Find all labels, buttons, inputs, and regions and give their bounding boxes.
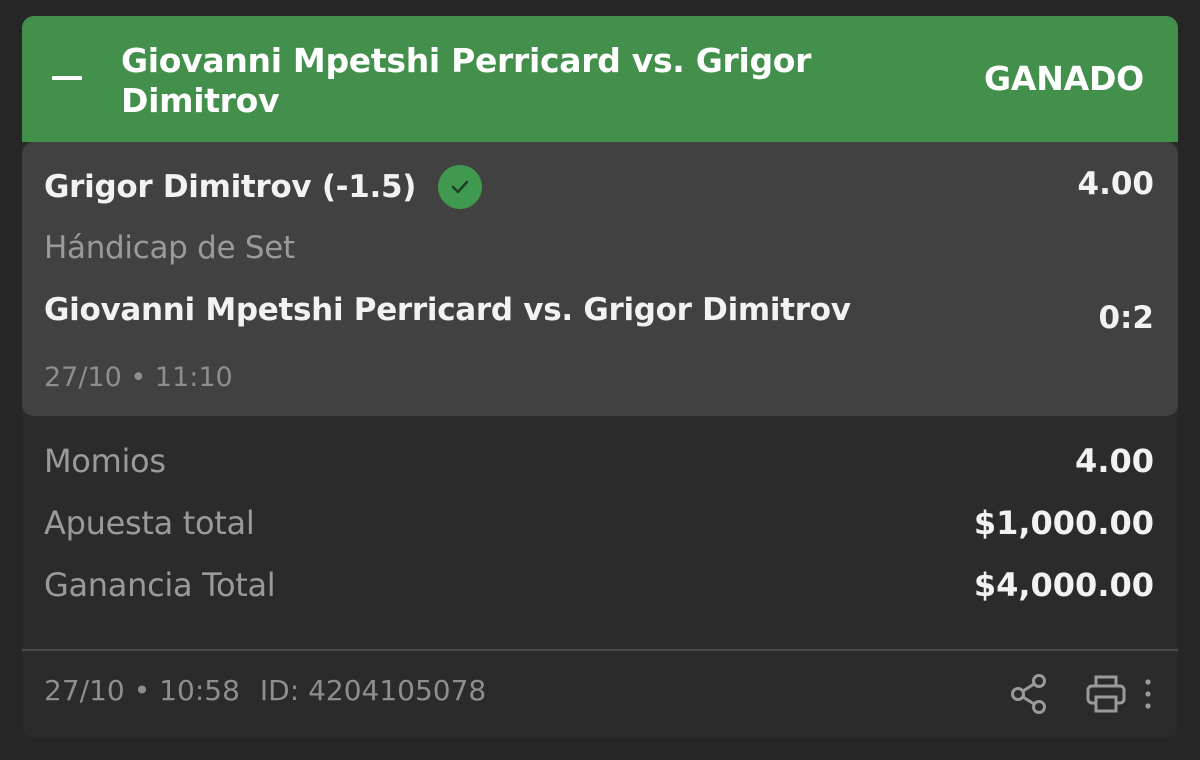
- bet-id: 4204105078: [308, 674, 487, 707]
- selection-panel: Grigor Dimitrov (-1.5) 4.00 Hándicap de …: [22, 142, 1178, 416]
- bet-meta: 27/10 • 10:58 ID: 4204105078: [44, 674, 487, 707]
- stake-value: $1,000.00: [973, 504, 1154, 542]
- placed-time: 10:58: [159, 674, 240, 707]
- footer-divider: [22, 649, 1178, 651]
- summary-row-odds: Momios 4.00: [44, 442, 1154, 486]
- more-vertical-icon[interactable]: [1136, 676, 1160, 712]
- summary-row-payout: Ganancia Total $4,000.00: [44, 566, 1154, 610]
- selection-name-row: Grigor Dimitrov (-1.5): [44, 164, 483, 210]
- odds-value: 4.00: [1075, 442, 1154, 480]
- event-time: 11:10: [154, 362, 233, 393]
- selection-odds: 4.00: [1077, 166, 1155, 202]
- bet-title: Giovanni Mpetshi Perricard vs. Grigor Di…: [121, 41, 812, 120]
- event-datetime: 27/10 • 11:10: [44, 362, 233, 393]
- payout-label: Ganancia Total: [44, 566, 276, 604]
- bet-id-label: ID:: [259, 674, 300, 707]
- market-name: Hándicap de Set: [44, 230, 295, 266]
- payout-value: $4,000.00: [973, 566, 1154, 604]
- collapse-icon[interactable]: [52, 76, 82, 80]
- bet-status-badge: GANADO: [983, 59, 1144, 98]
- check-circle-icon: [438, 165, 483, 209]
- selection-name: Grigor Dimitrov (-1.5): [44, 169, 417, 205]
- event-name: Giovanni Mpetshi Perricard vs. Grigor Di…: [44, 292, 851, 328]
- bet-card: Giovanni Mpetshi Perricard vs. Grigor Di…: [22, 16, 1178, 738]
- stake-label: Apuesta total: [44, 504, 255, 542]
- print-icon[interactable]: [1084, 673, 1128, 715]
- share-icon[interactable]: [1008, 673, 1050, 715]
- summary-row-stake: Apuesta total $1,000.00: [44, 504, 1154, 548]
- placed-date: 27/10: [44, 674, 125, 707]
- event-score: 0:2: [1098, 300, 1154, 336]
- event-date: 27/10: [44, 362, 122, 393]
- bet-header[interactable]: Giovanni Mpetshi Perricard vs. Grigor Di…: [22, 16, 1178, 142]
- odds-label: Momios: [44, 442, 166, 480]
